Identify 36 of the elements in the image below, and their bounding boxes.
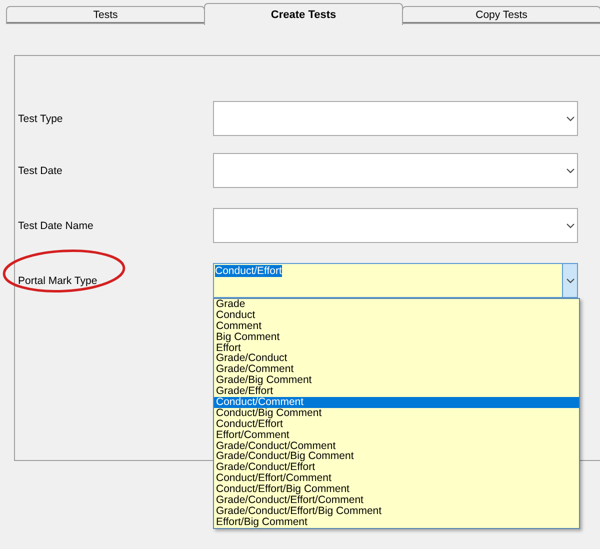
dropdown-option[interactable]: Grade/Conduct/Comment <box>214 440 579 452</box>
dropdown-option[interactable]: Effort/Comment <box>214 430 579 441</box>
field-value: Conduct/Effort <box>215 265 282 277</box>
tab[interactable]: Create Tests <box>204 3 403 25</box>
dropdown-option[interactable]: Grade/Conduct/Big Comment <box>214 451 579 462</box>
tab[interactable]: Tests <box>6 6 205 24</box>
dropdown-option[interactable]: Grade/Conduct/Effort/Comment <box>214 495 579 506</box>
dropdown-option[interactable]: Grade <box>214 299 579 310</box>
dropdown-option[interactable]: Conduct/Comment <box>214 397 579 408</box>
dropdown-option[interactable]: Grade/Conduct <box>214 353 579 364</box>
field-label: Test Date Name <box>17 220 94 232</box>
dropdown-option[interactable]: Grade/Big Comment <box>214 375 579 386</box>
dropdown-option[interactable]: Grade/Conduct/Effort <box>214 462 579 474</box>
dropdown-option[interactable]: Grade/Effort <box>214 386 579 398</box>
dropdown-field[interactable] <box>213 208 578 243</box>
dropdown-field[interactable] <box>213 101 578 136</box>
dropdown-option[interactable]: Effort <box>214 342 579 354</box>
tab[interactable]: Copy Tests <box>402 6 600 24</box>
dropdown-option[interactable]: Conduct/Effort/Big Comment <box>214 484 579 496</box>
dropdown-option[interactable]: Conduct <box>214 310 579 321</box>
chevron-down-icon <box>566 116 574 122</box>
chevron-down-icon <box>566 278 574 284</box>
dropdown-option[interactable]: Grade/Conduct/Effort/Big Comment <box>214 506 579 517</box>
dropdown-option[interactable]: Big Comment <box>214 332 579 343</box>
dropdown-option[interactable]: Comment <box>214 320 579 332</box>
field-label: Portal Mark Type <box>17 274 98 286</box>
field-label: Test Date <box>17 164 64 176</box>
dropdown-option[interactable]: Conduct/Effort/Comment <box>214 473 579 484</box>
dropdown-option[interactable]: Conduct/Big Comment <box>214 408 579 419</box>
chevron-down-icon <box>566 168 574 174</box>
dropdown-field[interactable] <box>213 153 578 188</box>
field-label: Test Type <box>17 112 64 124</box>
dropdown-option[interactable]: Effort/Big Comment <box>214 516 579 528</box>
dropdown-option[interactable]: Grade/Comment <box>214 364 579 376</box>
dropdown-option[interactable]: Conduct/Effort <box>214 418 579 430</box>
chevron-down-icon <box>566 222 574 228</box>
